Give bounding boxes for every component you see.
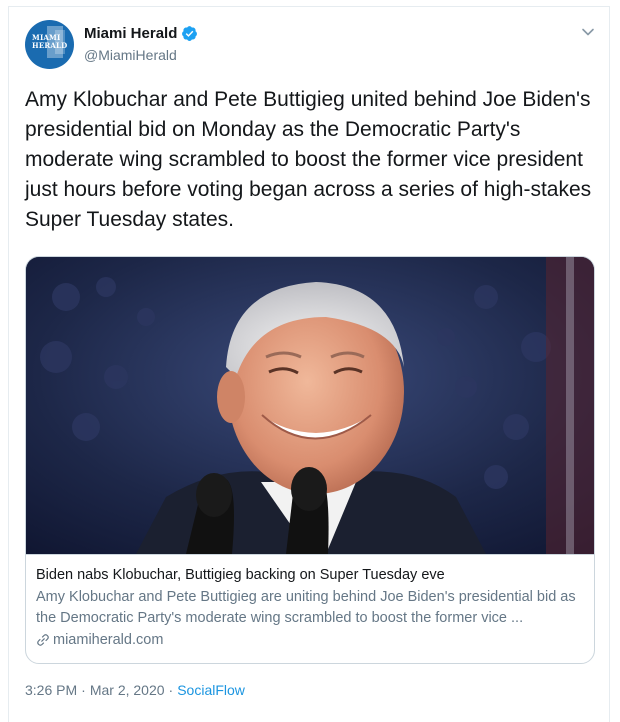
handle[interactable]: @MiamiHerald: [84, 47, 177, 63]
name-row: Miami Herald: [84, 25, 198, 42]
display-name[interactable]: Miami Herald: [84, 25, 177, 42]
meta-separator: ·: [81, 682, 86, 698]
avatar-logo-line2: HERALD: [32, 41, 68, 50]
link-icon: [37, 634, 49, 646]
tweet-text: Amy Klobuchar and Pete Buttigieg united …: [25, 88, 592, 231]
card-title[interactable]: Biden nabs Klobuchar, Buttigieg backing …: [36, 565, 584, 585]
avatar-logo-text: MIAMI HERALD: [32, 34, 67, 50]
card-domain[interactable]: miamiherald.com: [36, 630, 584, 650]
link-card[interactable]: Biden nabs Klobuchar, Buttigieg backing …: [25, 256, 595, 664]
verified-badge-icon: [182, 26, 198, 41]
chevron-down-icon[interactable]: [581, 25, 595, 39]
tweet: MIAMI HERALD Miami Herald @MiamiHerald A…: [8, 6, 610, 722]
card-body: Biden nabs Klobuchar, Buttigieg backing …: [26, 554, 594, 650]
tweet-source[interactable]: SocialFlow: [177, 682, 245, 698]
avatar[interactable]: MIAMI HERALD: [25, 20, 74, 69]
card-description: Amy Klobuchar and Pete Buttigieg are uni…: [36, 589, 576, 626]
tweet-meta: 3:26 PM · Mar 2, 2020 · SocialFlow: [25, 682, 245, 698]
tweet-date[interactable]: Mar 2, 2020: [90, 682, 165, 698]
card-image[interactable]: [26, 257, 594, 554]
photo-of-joe-biden-smiling-at-microphones: [26, 257, 594, 554]
meta-separator-2: ·: [168, 682, 174, 698]
card-domain-text: miamiherald.com: [53, 632, 164, 648]
tweet-time[interactable]: 3:26 PM: [25, 682, 77, 698]
